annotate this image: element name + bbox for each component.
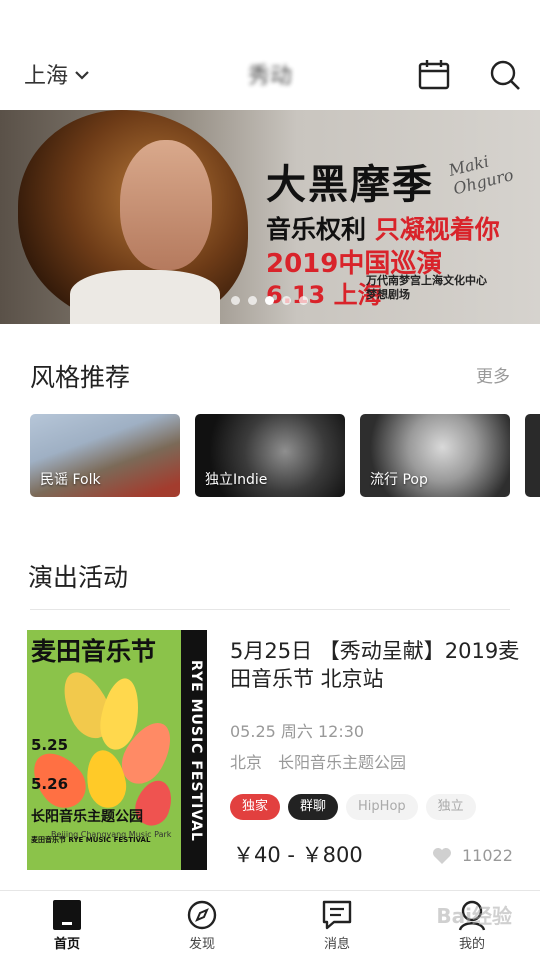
nav-messages[interactable]: 消息: [302, 899, 372, 952]
chevron-down-icon: [75, 71, 89, 80]
tag-indie: 独立: [425, 794, 476, 820]
nav-home-label: 首页: [53, 937, 80, 952]
carousel-dot[interactable]: [265, 296, 274, 305]
styles-section-title: 风格推荐: [30, 363, 131, 392]
city-label: 上海: [24, 64, 69, 89]
carousel-dot[interactable]: [248, 296, 257, 305]
favorite-count[interactable]: 11022: [432, 846, 513, 865]
divider: [30, 609, 510, 610]
nav-profile-label: 我的: [458, 937, 485, 952]
watermark: Bai经验: [436, 904, 512, 928]
style-card-indie[interactable]: 独立Indie: [195, 414, 345, 497]
event-tags: 独家 群聊 HipHop 独立: [230, 794, 476, 820]
poster-logo: 麦田音乐节 RYE MUSIC FESTIVAL: [31, 836, 151, 844]
banner-subtitle-black: 音乐权利: [266, 215, 367, 244]
tag-hiphop: HipHop: [346, 794, 418, 820]
carousel-dot[interactable]: [231, 296, 240, 305]
calendar-icon[interactable]: [417, 58, 451, 92]
carousel-dot[interactable]: [299, 296, 308, 305]
tag-exclusive: 独家: [230, 794, 281, 820]
style-card-pop[interactable]: 流行 Pop: [360, 414, 510, 497]
banner-signature: Maki Ohguro: [446, 151, 516, 199]
promo-banner[interactable]: 大黑摩季 Maki Ohguro 音乐权利 只凝视着你 2019中国巡演 6.1…: [0, 110, 540, 324]
favorite-count-value: 11022: [462, 846, 513, 865]
style-card-partial[interactable]: [525, 414, 540, 497]
city-selector[interactable]: 上海: [24, 56, 90, 92]
banner-venue: 万代南梦宫上海文化中心 梦想剧场: [366, 274, 487, 302]
carousel-dots: [231, 296, 308, 305]
nav-home[interactable]: 首页: [32, 899, 102, 952]
style-card-label: 流行 Pop: [370, 472, 428, 488]
carousel-dot[interactable]: [282, 296, 291, 305]
nav-discover[interactable]: 发现: [167, 899, 237, 952]
artist-clothing: [70, 270, 220, 324]
event-city: 北京: [230, 753, 263, 772]
more-link[interactable]: 更多: [476, 362, 510, 387]
poster-title: 麦田音乐节: [31, 637, 157, 666]
event-location: 北京 长阳音乐主题公园: [230, 749, 406, 773]
events-section-title: 演出活动: [28, 563, 129, 592]
compass-icon: [187, 900, 217, 930]
style-card-folk[interactable]: 民谣 Folk: [30, 414, 180, 497]
nav-messages-label: 消息: [323, 937, 350, 952]
banner-subtitle-red: 只凝视着你: [374, 215, 500, 244]
app-title: 秀动: [247, 64, 292, 89]
poster-date-1: 5.25: [31, 736, 69, 754]
poster-vertical-text: RYE MUSIC FESTIVAL: [188, 660, 204, 842]
banner-title: 大黑摩季: [266, 162, 434, 208]
banner-venue-line1: 万代南梦宫上海文化中心: [366, 274, 487, 287]
poster-venue: 长阳音乐主题公园: [31, 809, 143, 825]
style-card-label: 民谣 Folk: [40, 472, 101, 488]
banner-subtitle: 音乐权利 只凝视着你: [266, 210, 500, 246]
nav-discover-label: 发现: [188, 937, 215, 952]
search-icon[interactable]: [488, 58, 522, 92]
message-icon: [322, 900, 352, 930]
home-icon: [53, 900, 81, 930]
banner-venue-line2: 梦想剧场: [366, 288, 410, 301]
event-title[interactable]: 5月25日 【秀动呈献】2019麦田音乐节 北京站: [230, 637, 520, 693]
artist-face: [120, 140, 212, 270]
heart-icon: [433, 847, 451, 864]
event-time: 05.25 周六 12:30: [230, 722, 365, 741]
event-venue: 长阳音乐主题公园: [278, 753, 407, 772]
event-price: ￥40 - ￥800: [233, 843, 363, 867]
style-card-label: 独立Indie: [205, 472, 268, 488]
event-poster[interactable]: 麦田音乐节 RYE MUSIC FESTIVAL 5.25 5.26 长阳音乐主…: [27, 630, 207, 870]
tag-group-chat[interactable]: 群聊: [288, 794, 339, 820]
poster-date-2: 5.26: [31, 775, 69, 793]
